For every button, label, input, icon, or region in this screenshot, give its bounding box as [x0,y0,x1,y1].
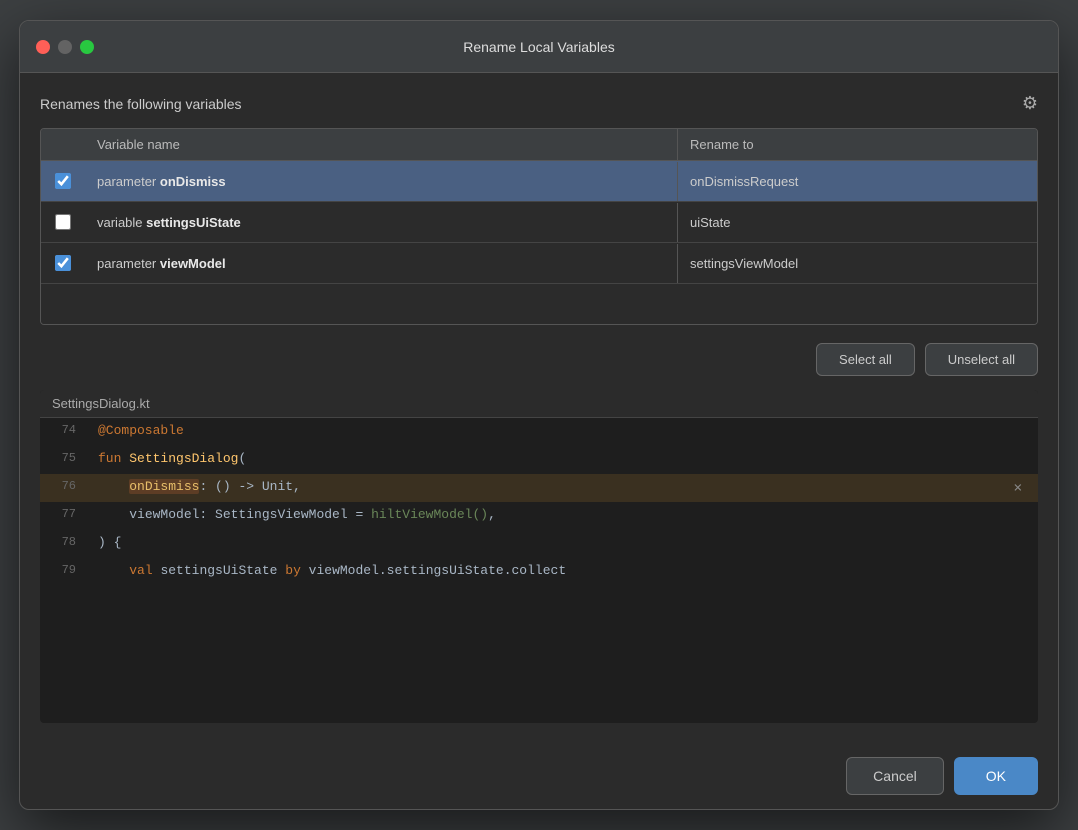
row-2-rename: uiState [677,203,1037,242]
code-line-76: 76 onDismiss: () -> Unit, ✕ [40,474,1038,502]
table-header: Variable name Rename to [41,129,1037,161]
keyword-fun: fun [98,451,129,466]
table-row: parameter viewModel settingsViewModel [41,243,1037,284]
code-section: SettingsDialog.kt 74 @Composable 75 fun … [40,390,1038,723]
hilt-viewmodel: hiltViewModel() [371,507,488,522]
ondismiss-type: : () -> Unit, [199,479,300,494]
maximize-window-button[interactable] [80,40,94,54]
ok-button[interactable]: OK [954,757,1038,795]
line-content-77: viewModel: SettingsViewModel = hiltViewM… [90,502,1038,527]
code-line-74: 74 @Composable [40,418,1038,446]
window-controls [36,40,94,54]
footer-buttons: Cancel OK [20,743,1058,809]
row-1-varname: parameter onDismiss [85,162,677,201]
header-variable-name: Variable name [85,129,677,160]
code-line-79: 79 val settingsUiState by viewModel.sett… [40,558,1038,586]
function-name: SettingsDialog [129,451,238,466]
comma-77: , [488,507,496,522]
title-bar: Rename Local Variables [20,21,1058,73]
row-2-varname: variable settingsUiState [85,203,677,242]
line-number-76: 76 [40,474,90,498]
code-line-77: 77 viewModel: SettingsViewModel = hiltVi… [40,502,1038,530]
viewmodel-param: viewModel: SettingsViewModel = [129,507,371,522]
viewmodel-collect: viewModel.settingsUiState.collect [309,563,566,578]
action-buttons: Select all Unselect all [40,343,1038,376]
code-area: 74 @Composable 75 fun SettingsDialog( 76… [40,418,1038,723]
row-3-keyword: parameter [97,256,160,271]
annotation-composable: @Composable [98,423,184,438]
keyword-by: by [285,563,308,578]
cancel-button[interactable]: Cancel [846,757,944,795]
unselect-all-button[interactable]: Unselect all [925,343,1038,376]
subtitle-text: Renames the following variables [40,96,242,112]
row-1-rename: onDismissRequest [677,162,1037,201]
row-1-checkbox[interactable] [55,173,71,189]
line-content-76: onDismiss: () -> Unit, [90,474,1038,499]
keyword-val: val [129,563,160,578]
param-ondismiss: onDismiss [129,479,199,494]
variables-table: Variable name Rename to parameter onDism… [40,128,1038,325]
close-highlight-button[interactable]: ✕ [1014,480,1022,497]
settings-gear-icon[interactable]: ⚙ [1022,93,1038,114]
code-filename: SettingsDialog.kt [40,390,1038,418]
line-number-79: 79 [40,558,90,582]
row-2-bold-name: settingsUiState [146,215,241,230]
row-3-bold-name: viewModel [160,256,226,271]
table-row: parameter onDismiss onDismissRequest [41,161,1037,202]
header-row: Renames the following variables ⚙ [40,93,1038,114]
row-3-check[interactable] [41,243,85,283]
closing-paren: ) { [98,535,121,550]
line-content-75: fun SettingsDialog( [90,446,1038,471]
code-line-75: 75 fun SettingsDialog( [40,446,1038,474]
settings-ui-state-var: settingsUiState [160,563,285,578]
table-row: variable settingsUiState uiState [41,202,1037,243]
paren-open: ( [238,451,246,466]
row-1-bold-name: onDismiss [160,174,226,189]
row-2-check[interactable] [41,202,85,242]
line-number-78: 78 [40,530,90,554]
header-check-col [41,129,85,160]
rename-dialog: Rename Local Variables Renames the follo… [19,20,1059,810]
dialog-title: Rename Local Variables [463,39,615,55]
row-1-check[interactable] [41,161,85,201]
line-number-75: 75 [40,446,90,470]
line-number-74: 74 [40,418,90,442]
line-number-77: 77 [40,502,90,526]
line-content-79: val settingsUiState by viewModel.setting… [90,558,1038,583]
line-content-78: ) { [90,530,1038,555]
row-1-keyword: parameter [97,174,160,189]
row-3-checkbox[interactable] [55,255,71,271]
row-3-rename: settingsViewModel [677,244,1037,283]
minimize-window-button[interactable] [58,40,72,54]
row-2-checkbox[interactable] [55,214,71,230]
row-3-varname: parameter viewModel [85,244,677,283]
select-all-button[interactable]: Select all [816,343,915,376]
code-line-78: 78 ) { [40,530,1038,558]
header-rename-to: Rename to [677,129,1037,160]
dialog-body: Renames the following variables ⚙ Variab… [20,73,1058,743]
close-window-button[interactable] [36,40,50,54]
row-2-keyword: variable [97,215,146,230]
line-content-74: @Composable [90,418,1038,443]
table-empty-row [41,284,1037,324]
